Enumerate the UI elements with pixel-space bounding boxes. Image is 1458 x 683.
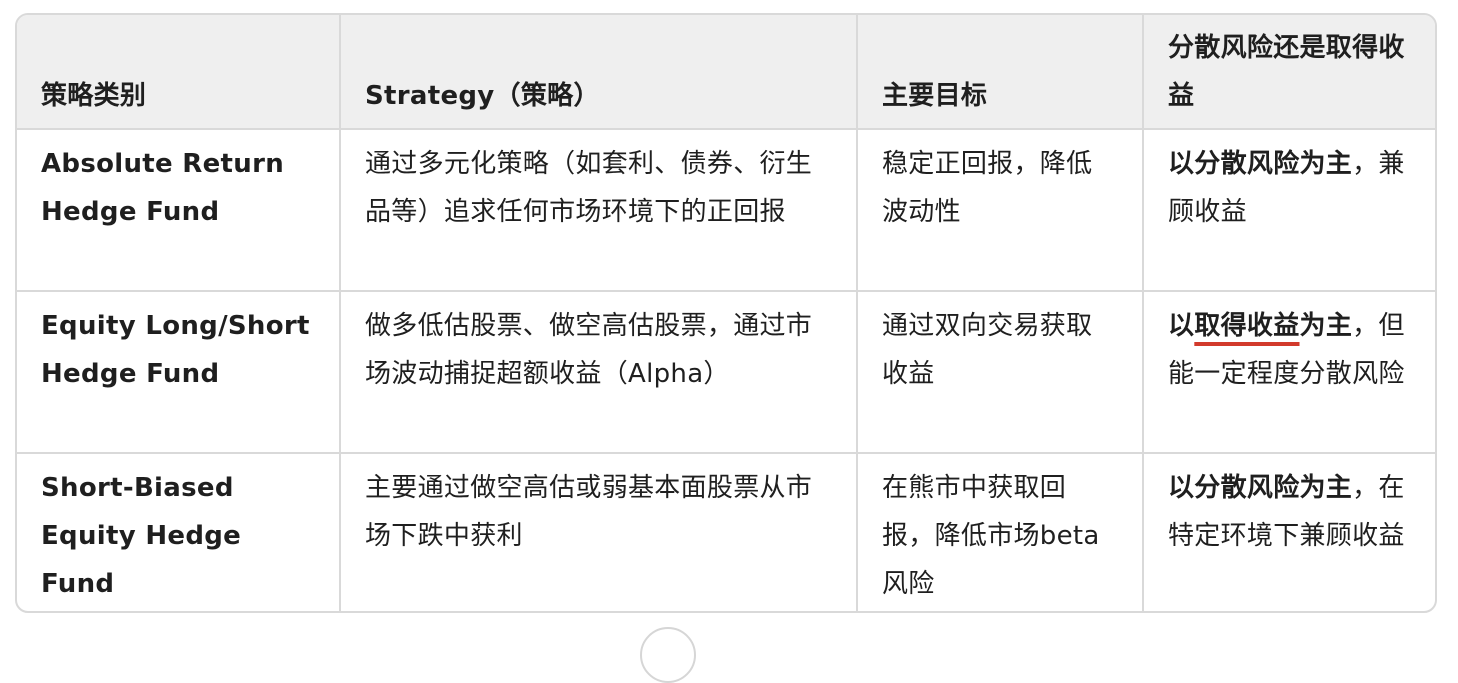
cell-objective: 在熊市中获取回报，降低市场beta风险 (857, 453, 1144, 611)
table-body: Absolute Return Hedge Fund 通过多元化策略（如套利、债… (17, 129, 1435, 611)
focus-bold-suffix: 为主 (1299, 311, 1353, 341)
cell-objective: 通过双向交易获取收益 (857, 291, 1144, 454)
cell-strategy: 主要通过做空高估或弱基本面股票从市场下跌中获利 (340, 453, 858, 611)
table-header: 策略类别 Strategy（策略） 主要目标 分散风险还是取得收益 (17, 15, 1435, 130)
cell-category: Absolute Return Hedge Fund (17, 129, 341, 292)
header-objective: 主要目标 (857, 15, 1144, 130)
cell-objective: 稳定正回报，降低波动性 (857, 129, 1144, 292)
cell-focus: 以分散风险为主，在特定环境下兼顾收益 (1143, 453, 1435, 611)
focus-bold-prefix: 以 (1168, 311, 1195, 341)
cell-category: Short-Biased Equity Hedge Fund (17, 453, 341, 611)
cell-focus: 以分散风险为主，兼顾收益 (1143, 129, 1435, 292)
strategy-table: 策略类别 Strategy（策略） 主要目标 分散风险还是取得收益 Absolu… (17, 15, 1435, 611)
header-strategy: Strategy（策略） (340, 15, 858, 130)
cell-strategy: 做多低估股票、做空高估股票，通过市场波动捕捉超额收益（Alpha） (340, 291, 858, 454)
table-row: Equity Long/Short Hedge Fund 做多低估股票、做空高估… (17, 291, 1435, 454)
focus-bold-underlined: 取得收益 (1194, 311, 1300, 341)
cell-strategy: 通过多元化策略（如套利、债券、衍生品等）追求任何市场环境下的正回报 (340, 129, 858, 292)
focus-bold-text: 以分散风险为主 (1168, 149, 1353, 179)
cell-category: Equity Long/Short Hedge Fund (17, 291, 341, 454)
scroll-down-button[interactable] (640, 627, 696, 683)
cell-focus: 以取得收益为主，但能一定程度分散风险 (1143, 291, 1435, 454)
header-row: 策略类别 Strategy（策略） 主要目标 分散风险还是取得收益 (17, 15, 1435, 130)
header-focus: 分散风险还是取得收益 (1143, 15, 1435, 130)
focus-bold-text: 以分散风险为主 (1168, 473, 1353, 503)
table-row: Absolute Return Hedge Fund 通过多元化策略（如套利、债… (17, 129, 1435, 292)
header-category: 策略类别 (17, 15, 341, 130)
table-row: Short-Biased Equity Hedge Fund 主要通过做空高估或… (17, 453, 1435, 611)
strategy-table-container: 策略类别 Strategy（策略） 主要目标 分散风险还是取得收益 Absolu… (15, 13, 1437, 613)
